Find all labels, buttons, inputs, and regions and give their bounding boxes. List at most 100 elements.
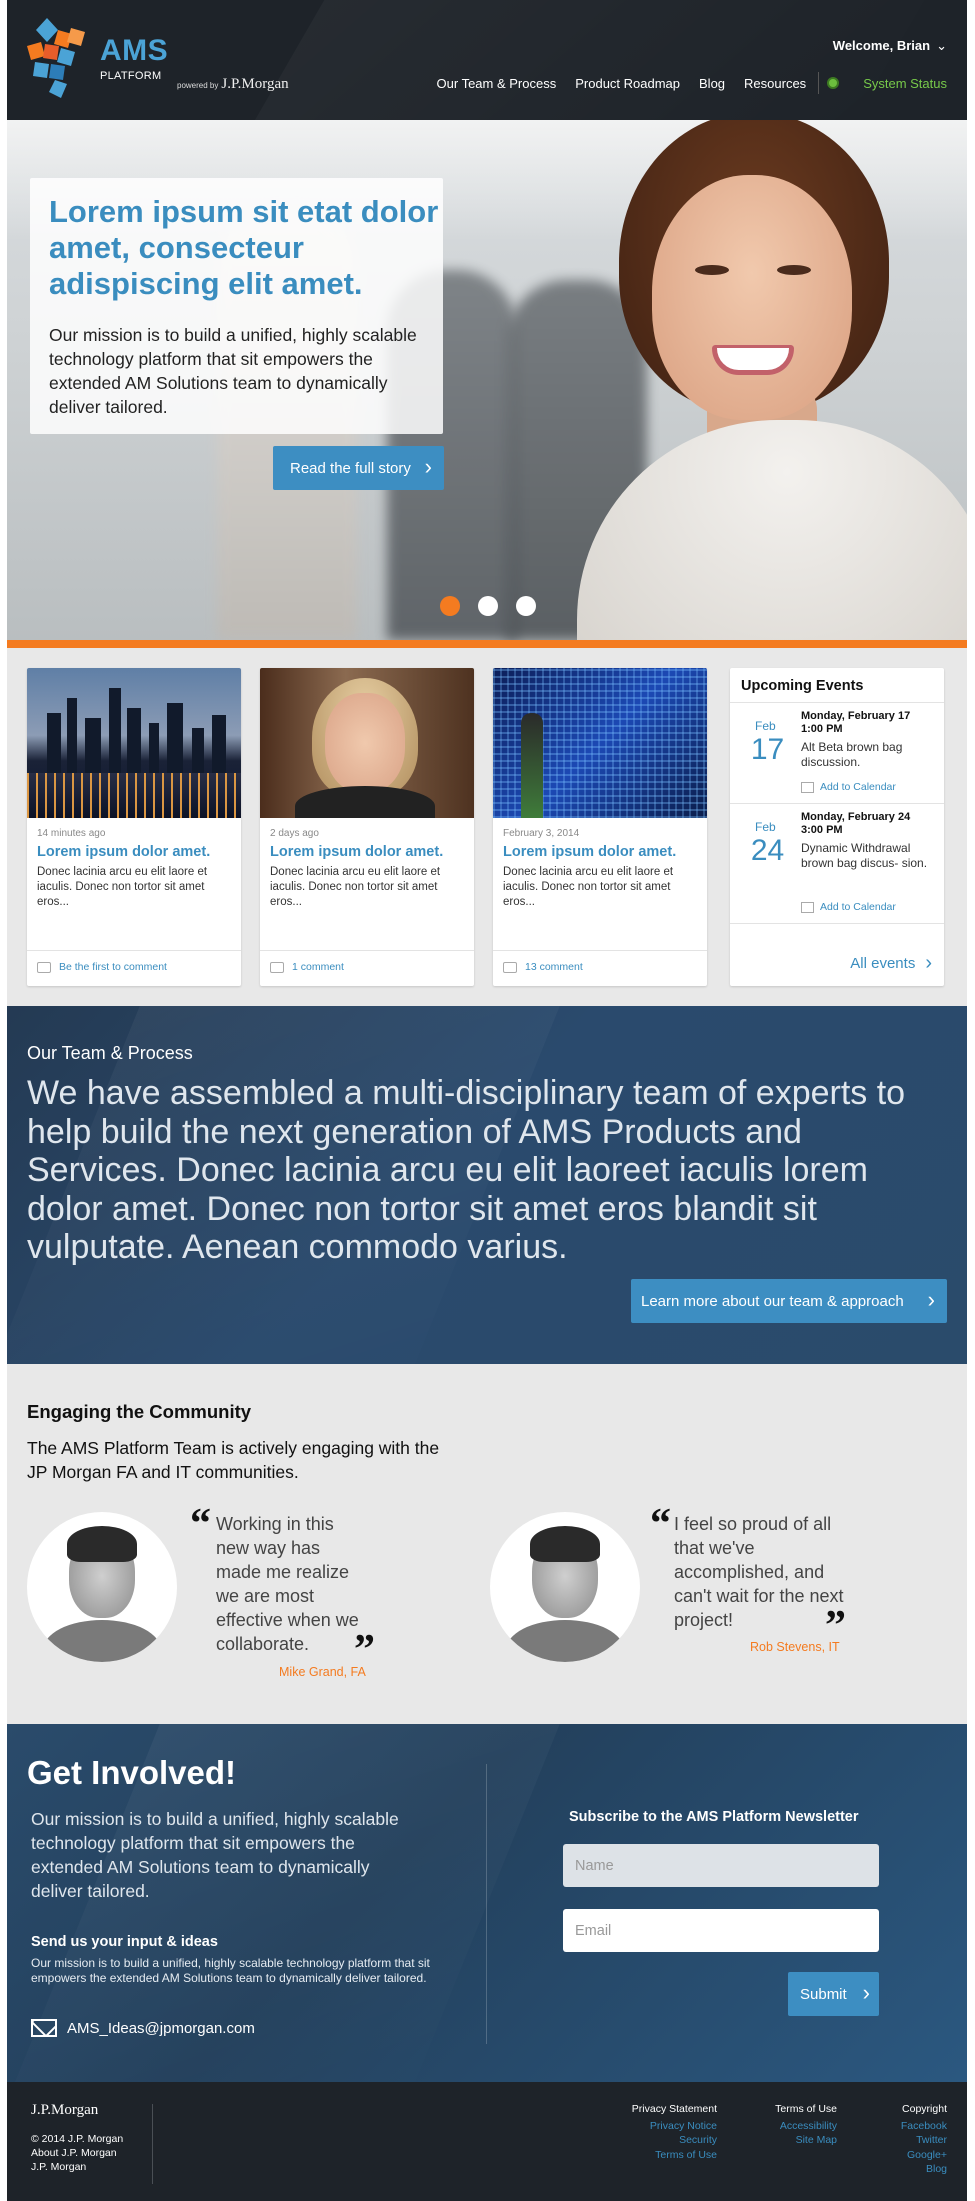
open-quote-icon: “	[190, 1501, 211, 1547]
avatar-body	[506, 1620, 624, 1662]
site-header: AMS PLATFORM powered by J.P.Morgan Welcom…	[7, 0, 967, 120]
calendar-icon	[801, 901, 814, 913]
footer-column-terms: Terms of Use Accessibility Site Map	[775, 2102, 837, 2148]
nav-item-team[interactable]: Our Team & Process	[437, 76, 557, 91]
upcoming-events-panel: Upcoming Events Feb 17 Monday, February …	[730, 668, 944, 986]
team-heading: Our Team & Process	[27, 1043, 193, 1063]
team-description: We have assembled a multi-disciplinary t…	[27, 1074, 906, 1266]
welcome-text: Welcome, Brian	[832, 38, 931, 53]
testimonial-quote: Working in this new way has made me real…	[216, 1514, 359, 1654]
footer-link[interactable]: Facebook	[901, 2119, 947, 2134]
news-card[interactable]: 14 minutes ago Lorem ipsum dolor amet. D…	[27, 668, 241, 986]
nav-item-blog[interactable]: Blog	[699, 76, 725, 91]
carousel-dot-2[interactable]	[478, 596, 498, 616]
card-title[interactable]: Lorem ipsum dolor amet.	[503, 844, 676, 860]
card-comment-link[interactable]: 13 comment	[503, 961, 583, 973]
portrait-face	[325, 693, 405, 793]
carousel-dot-3[interactable]	[516, 596, 536, 616]
ideas-email-address: AMS_Ideas@jpmorgan.com	[67, 2019, 255, 2037]
building-shape	[212, 715, 226, 773]
footer-link[interactable]: Privacy Notice	[632, 2119, 717, 2134]
card-title[interactable]: Lorem ipsum dolor amet.	[37, 844, 210, 860]
jpmorgan-link[interactable]: J.P. Morgan	[31, 2160, 123, 2174]
section-divider	[486, 1764, 487, 2044]
blonde-woman-portrait-image[interactable]	[260, 668, 474, 818]
submit-button[interactable]: Submit ›	[788, 1972, 879, 2016]
newsletter-title: Subscribe to the AMS Platform Newsletter	[569, 1809, 859, 1825]
user-menu[interactable]: Welcome, Brian ⌄	[833, 38, 947, 54]
footer-logo[interactable]: J.P.Morgan	[31, 2102, 98, 2119]
footer-copyright: © 2014 J.P. Morgan About J.P. Morgan J.P…	[31, 2132, 123, 2174]
card-timestamp: 2 days ago	[270, 828, 319, 839]
ticker-person	[521, 713, 543, 818]
add-to-calendar-link[interactable]: Add to Calendar	[801, 901, 896, 913]
ams-logo-icon[interactable]	[27, 18, 89, 98]
footer-heading[interactable]: Privacy Statement	[632, 2102, 717, 2117]
avatar-hair	[530, 1526, 600, 1562]
card-comment-label: 1 comment	[292, 961, 344, 973]
nav-item-resources[interactable]: Resources	[744, 76, 806, 91]
events-title: Upcoming Events	[741, 678, 864, 694]
event-date-text: Monday, February 24	[801, 811, 911, 823]
events-divider	[730, 702, 944, 703]
footer-link[interactable]: Accessibility	[775, 2119, 837, 2134]
community-title: Engaging the Community	[27, 1401, 252, 1422]
chevron-down-icon: ⌄	[936, 38, 947, 53]
add-to-calendar-link[interactable]: Add to Calendar	[801, 781, 896, 793]
card-comment-link[interactable]: 1 comment	[270, 961, 344, 973]
copyright-text: © 2014 J.P. Morgan	[31, 2133, 124, 2145]
news-card[interactable]: 2 days ago Lorem ipsum dolor amet. Donec…	[260, 668, 474, 986]
footer-link[interactable]: Google+	[901, 2148, 947, 2163]
community-text: The AMS Platform Team is actively engagi…	[27, 1438, 440, 1482]
news-card[interactable]: February 3, 2014 Lorem ipsum dolor amet.…	[493, 668, 707, 986]
about-link[interactable]: About J.P. Morgan	[31, 2146, 123, 2160]
footer-link[interactable]: Terms of Use	[632, 2148, 717, 2163]
footer-link[interactable]: Site Map	[775, 2133, 837, 2148]
learn-more-button[interactable]: Learn more about our team & approach ›	[631, 1279, 947, 1323]
footer-link[interactable]: Blog	[901, 2162, 947, 2177]
name-input[interactable]	[563, 1844, 879, 1887]
card-excerpt: Donec lacinia arcu eu elit laore et iacu…	[503, 866, 674, 908]
system-status-link[interactable]: System Status	[827, 76, 947, 91]
read-full-story-label: Read the full story	[290, 459, 411, 477]
card-title[interactable]: Lorem ipsum dolor amet.	[270, 844, 443, 860]
footer-column-copyright: Copyright Facebook Twitter Google+ Blog	[901, 2102, 947, 2177]
comment-icon	[37, 961, 51, 973]
nav-item-roadmap[interactable]: Product Roadmap	[575, 76, 680, 91]
card-comment-link[interactable]: Be the first to comment	[37, 961, 167, 973]
card-divider	[493, 950, 707, 951]
read-full-story-button[interactable]: Read the full story ›	[273, 446, 444, 490]
event-month: Feb	[755, 820, 776, 834]
hero-text: Our mission is to build a unified, highl…	[49, 325, 417, 417]
building-shape	[167, 703, 183, 773]
event-item[interactable]: Feb 24 Monday, February 24 3:00 PM Dynami…	[730, 805, 944, 923]
open-quote-icon: “	[650, 1501, 671, 1547]
brand-title[interactable]: AMS	[100, 36, 168, 66]
ideas-text: Our mission is to build a unified, highl…	[31, 1956, 430, 1985]
avatar-hair	[67, 1526, 137, 1562]
events-divider	[730, 923, 944, 924]
email-input[interactable]	[563, 1909, 879, 1952]
event-description: Dynamic Withdrawal brown bag discus- sio…	[801, 841, 928, 870]
ideas-email-link[interactable]: AMS_Ideas@jpmorgan.com	[31, 2019, 255, 2037]
main-nav: Our Team & Process Product Roadmap Blog …	[418, 72, 947, 94]
city-lights	[27, 773, 241, 818]
footer-heading[interactable]: Terms of Use	[775, 2102, 837, 2117]
footer-column-privacy: Privacy Statement Privacy Notice Securit…	[632, 2102, 717, 2162]
footer-heading[interactable]: Copyright	[901, 2102, 947, 2117]
avatar	[490, 1512, 640, 1662]
footer-divider	[152, 2104, 153, 2184]
portrait-shirt	[295, 786, 435, 818]
event-month: Feb	[755, 719, 776, 733]
all-events-link[interactable]: All events ›	[850, 952, 932, 975]
event-description: Alt Beta brown bag discussion.	[801, 740, 903, 769]
team-section: Our Team & Process We have assembled a m…	[7, 1006, 967, 1364]
stock-ticker-image[interactable]	[493, 668, 707, 818]
event-time: 3:00 PM	[801, 824, 843, 836]
hero-woman-face	[652, 175, 852, 420]
footer-link[interactable]: Security	[632, 2133, 717, 2148]
footer-link[interactable]: Twitter	[901, 2133, 947, 2148]
comment-icon	[503, 961, 517, 973]
carousel-dot-1[interactable]	[440, 596, 460, 616]
city-skyline-image[interactable]	[27, 668, 241, 818]
